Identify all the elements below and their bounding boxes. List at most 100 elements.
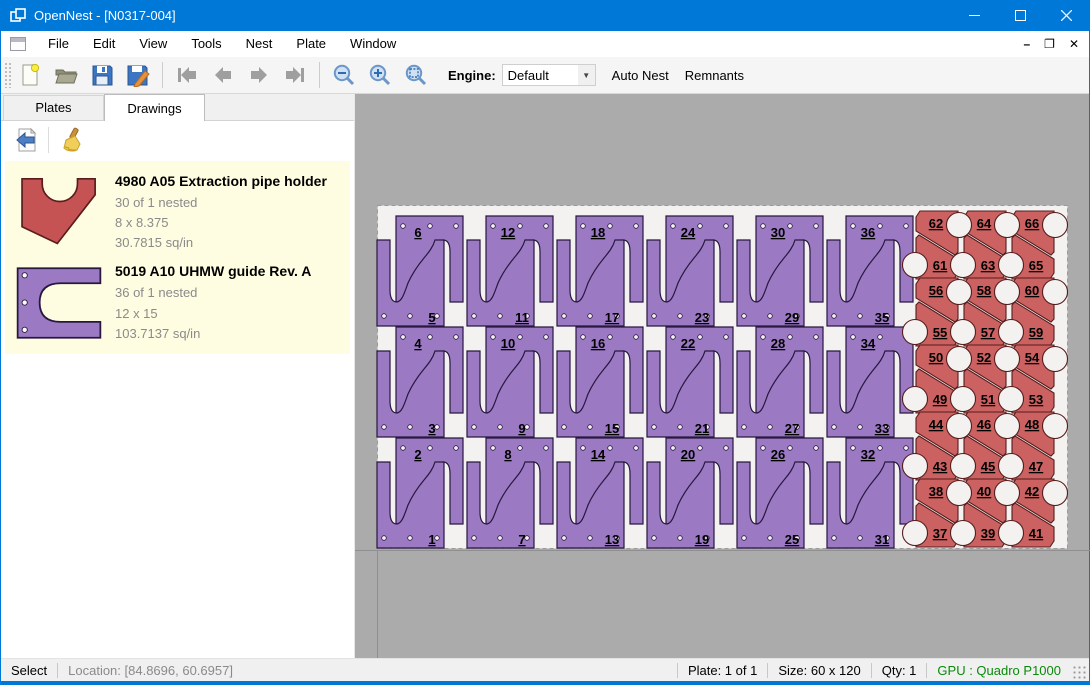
resize-grip[interactable]: [1073, 666, 1087, 680]
tab-plates[interactable]: Plates: [3, 95, 104, 120]
first-plate-button[interactable]: [170, 60, 204, 90]
svg-text:66: 66: [1025, 216, 1039, 231]
last-plate-button[interactable]: [278, 60, 312, 90]
mdi-minimize-button[interactable]: –: [1023, 38, 1030, 50]
drawing-area: 30.7815 sq/in: [115, 233, 327, 253]
save-button[interactable]: [85, 60, 119, 90]
pipe-hole-cutout: [947, 347, 972, 372]
svg-text:46: 46: [977, 417, 991, 432]
zoom-out-button[interactable]: [327, 60, 361, 90]
pipe-hole-cutout: [1043, 414, 1068, 439]
nest-plate-view[interactable]: 6512111817242330293635431091615222128273…: [355, 94, 1090, 658]
broom-icon: [58, 127, 84, 153]
status-size: Size: 60 x 120: [768, 663, 870, 678]
minimize-button[interactable]: [951, 0, 997, 31]
svg-text:6: 6: [414, 225, 421, 240]
engine-select[interactable]: Default ▼: [502, 64, 596, 86]
title-bar: OpenNest - [N0317-004]: [1, 0, 1089, 31]
status-plate: Plate: 1 of 1: [678, 663, 767, 678]
svg-text:20: 20: [681, 447, 695, 462]
pipe-hole-cutout: [947, 414, 972, 439]
remnants-button[interactable]: Remnants: [677, 62, 752, 89]
svg-text:36: 36: [861, 225, 875, 240]
save-as-button[interactable]: [121, 60, 155, 90]
menu-window[interactable]: Window: [338, 32, 408, 55]
chevron-down-icon[interactable]: ▼: [578, 65, 595, 85]
next-plate-button[interactable]: [242, 60, 276, 90]
main-toolbar: Engine: Default ▼ Auto Nest Remnants: [1, 57, 1089, 94]
menu-tools[interactable]: Tools: [179, 32, 233, 55]
open-folder-icon: [54, 63, 78, 87]
new-file-button[interactable]: [13, 60, 47, 90]
svg-text:8: 8: [504, 447, 511, 462]
mdi-restore-button[interactable]: ❐: [1044, 38, 1055, 50]
zoom-fit-icon: [404, 63, 428, 87]
pipe-hole-cutout: [951, 253, 976, 278]
list-item[interactable]: 5019 A10 UHMW guide Rev. A 36 of 1 neste…: [9, 257, 346, 347]
menu-plate[interactable]: Plate: [284, 32, 338, 55]
open-button[interactable]: [49, 60, 83, 90]
zoom-fit-button[interactable]: [399, 60, 433, 90]
pipe-hole-cutout: [995, 414, 1020, 439]
menu-bar: File Edit View Tools Nest Plate Window –…: [1, 31, 1089, 57]
svg-text:57: 57: [981, 325, 995, 340]
part-thumbnail-purple: [11, 261, 107, 343]
status-gpu: GPU : Quadro P1000: [927, 663, 1071, 678]
menu-edit[interactable]: Edit: [81, 32, 127, 55]
svg-text:21: 21: [695, 421, 709, 436]
svg-text:17: 17: [605, 310, 619, 325]
svg-text:44: 44: [929, 417, 944, 432]
svg-text:15: 15: [605, 421, 619, 436]
drawing-area: 103.7137 sq/in: [115, 324, 311, 344]
svg-text:31: 31: [875, 532, 889, 547]
auto-nest-button[interactable]: Auto Nest: [604, 62, 677, 89]
svg-text:48: 48: [1025, 417, 1039, 432]
engine-label: Engine:: [448, 68, 496, 83]
svg-text:38: 38: [929, 484, 943, 499]
zoom-out-icon: [332, 63, 356, 87]
svg-text:32: 32: [861, 447, 875, 462]
svg-text:37: 37: [933, 526, 947, 541]
toolbar-grip[interactable]: [4, 62, 12, 88]
zoom-in-button[interactable]: [363, 60, 397, 90]
svg-text:59: 59: [1029, 325, 1043, 340]
menu-view[interactable]: View: [127, 32, 179, 55]
sidebar-tabstrip: Plates Drawings: [1, 94, 354, 121]
new-file-icon: [18, 63, 42, 87]
pipe-hole-cutout: [947, 481, 972, 506]
close-button[interactable]: [1043, 0, 1089, 31]
previous-plate-button[interactable]: [206, 60, 240, 90]
sidebar-panel: Plates Drawings: [1, 94, 354, 658]
mdi-document-icon[interactable]: [10, 37, 26, 51]
drawings-list: 4980 A05 Extraction pipe holder 30 of 1 …: [5, 161, 350, 354]
svg-text:3: 3: [428, 421, 435, 436]
list-item[interactable]: 4980 A05 Extraction pipe holder 30 of 1 …: [9, 167, 346, 257]
save-as-icon: [126, 63, 150, 87]
maximize-button[interactable]: [997, 0, 1043, 31]
clear-drawings-button[interactable]: [54, 124, 88, 156]
nest-canvas[interactable]: 6512111817242330293635431091615222128273…: [354, 94, 1089, 658]
drawing-nested: 30 of 1 nested: [115, 193, 327, 213]
svg-text:12: 12: [501, 225, 515, 240]
menu-nest[interactable]: Nest: [234, 32, 285, 55]
pipe-hole-cutout: [951, 387, 976, 412]
tab-drawings[interactable]: Drawings: [104, 94, 205, 121]
status-qty: Qty: 1: [872, 663, 927, 678]
mdi-close-button[interactable]: ✕: [1069, 38, 1079, 50]
svg-text:58: 58: [977, 283, 991, 298]
menu-file[interactable]: File: [36, 32, 81, 55]
import-drawing-button[interactable]: [9, 124, 43, 156]
minimize-icon: [969, 10, 980, 21]
svg-text:22: 22: [681, 336, 695, 351]
svg-text:10: 10: [501, 336, 515, 351]
pipe-hole-cutout: [999, 454, 1024, 479]
svg-text:41: 41: [1029, 526, 1043, 541]
import-drawing-icon: [13, 127, 39, 153]
svg-text:47: 47: [1029, 459, 1043, 474]
pipe-hole-cutout: [903, 454, 928, 479]
status-location: Location: [84.8696, 60.6957]: [58, 663, 243, 678]
window-bottom-border: [1, 681, 1089, 685]
drawing-size: 12 x 15: [115, 304, 311, 324]
pipe-hole-cutout: [947, 280, 972, 305]
svg-text:64: 64: [977, 216, 992, 231]
